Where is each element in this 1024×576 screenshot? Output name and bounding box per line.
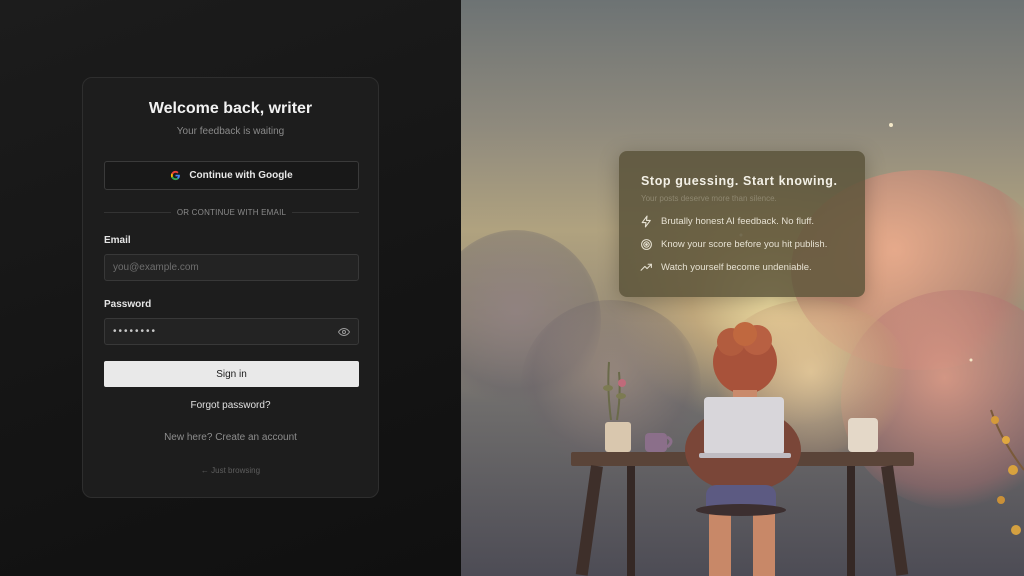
promo-item-text: Brutally honest AI feedback. No fluff. <box>661 216 814 227</box>
target-icon <box>641 239 652 250</box>
login-card: Welcome back, writer Your feedback is wa… <box>82 77 379 498</box>
promo-item: Brutally honest AI feedback. No fluff. <box>640 215 814 228</box>
eye-icon[interactable] <box>338 326 350 338</box>
lightning-icon <box>641 215 651 228</box>
divider-text: OR CONTINUE WITH EMAIL <box>176 207 287 217</box>
login-pane: Welcome back, writer Your feedback is wa… <box>0 0 461 576</box>
email-label: Email <box>104 235 131 246</box>
trending-up-icon <box>640 263 652 271</box>
page-subtitle: Your feedback is waiting <box>176 126 285 137</box>
promo-item: Watch yourself become undeniable. <box>640 261 812 274</box>
google-button-label: Continue with Google <box>189 170 293 181</box>
page-title: Welcome back, writer <box>148 100 313 117</box>
password-value[interactable]: •••••••• <box>113 326 338 337</box>
or-divider: OR CONTINUE WITH EMAIL <box>104 206 360 218</box>
signin-button[interactable]: Sign in <box>104 361 359 387</box>
email-input[interactable] <box>113 262 350 273</box>
google-icon <box>171 170 181 181</box>
forgot-password-link[interactable]: Forgot password? <box>83 400 378 411</box>
promo-item: Know your score before you hit publish. <box>640 238 827 251</box>
promo-card: Stop guessing. Start knowing. Your posts… <box>619 151 865 297</box>
password-field[interactable]: •••••••• <box>104 318 359 345</box>
promo-title: Stop guessing. Start knowing. <box>641 174 838 188</box>
just-browsing-link[interactable]: ← Just browsing <box>83 466 378 475</box>
illustration-pane: Stop guessing. Start knowing. Your posts… <box>461 0 1024 576</box>
email-field[interactable] <box>104 254 359 281</box>
create-account-link[interactable]: New here? Create an account <box>83 432 378 443</box>
password-label: Password <box>104 299 152 310</box>
promo-item-text: Know your score before you hit publish. <box>661 239 828 250</box>
promo-subtitle: Your posts deserve more than silence. <box>641 194 777 203</box>
google-signin-button[interactable]: Continue with Google <box>104 161 359 190</box>
promo-item-text: Watch yourself become undeniable. <box>661 262 812 273</box>
